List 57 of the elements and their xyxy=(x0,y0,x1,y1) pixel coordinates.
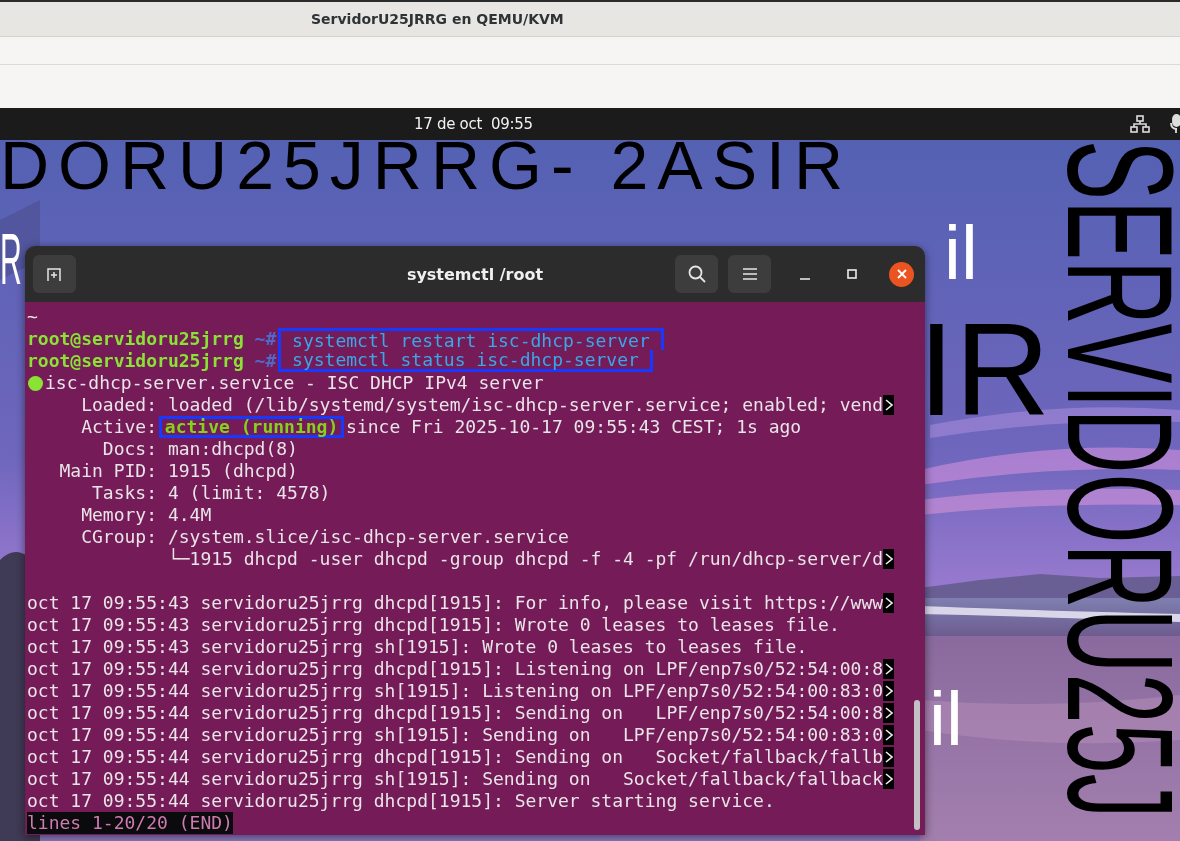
prompt-user: root@servidoru25jrrg xyxy=(27,350,244,372)
wallpaper-text: DORU25JRRG- 2ASIR xyxy=(0,140,853,191)
field-value: /system.slice/isc-dhcp-server.service xyxy=(167,526,569,548)
field-label: Main PID: xyxy=(58,460,158,482)
log-line: oct 17 09:55:44 servidoru25jrrg dhcpd[1915]: Sending on LPF/enp7s0/52:54:00:8 xyxy=(27,702,884,724)
terminal-line: ~ xyxy=(27,306,38,328)
field-value: 1915 (dhcpd) xyxy=(167,460,298,482)
prompt-user: root@servidoru25jrrg xyxy=(27,328,244,350)
new-tab-button[interactable] xyxy=(33,255,76,293)
log-line: oct 17 09:55:44 servidoru25jrrg sh[1915]: Sending on Socket/fallback/fallback xyxy=(27,768,884,790)
field-label: Memory: xyxy=(80,504,158,526)
clock[interactable]: 17 de oct 09:55 xyxy=(414,115,533,133)
wallpaper-text: IR xyxy=(918,320,1050,419)
wallpaper-text: il xyxy=(944,224,978,281)
field-value: since Fri 2025-10-17 09:55:43 CEST; 1s ago xyxy=(346,416,802,438)
menu-icon xyxy=(741,267,758,281)
minimize-icon xyxy=(800,278,810,280)
field-label: Active: xyxy=(80,416,158,438)
search-button[interactable] xyxy=(675,255,718,293)
command-text: systemctl status isc-dhcp-server xyxy=(278,350,653,372)
log-line: oct 17 09:55:44 servidoru25jrrg sh[1915]: Sending on LPF/enp7s0/52:54:00:83:0 xyxy=(27,724,884,746)
unit-title: isc-dhcp-server.service - ISC DHCP IPv4 server xyxy=(45,372,544,394)
pager-status: lines 1-20/20 (END) xyxy=(27,812,233,834)
log-line: oct 17 09:55:43 servidoru25jrrg dhcpd[1915]: Wrote 0 leases to leases file. xyxy=(27,614,840,636)
close-button[interactable] xyxy=(889,261,914,287)
window-title: ServidorU25JRRG en QEMU/KVM xyxy=(311,11,564,27)
network-icon[interactable] xyxy=(1130,114,1150,134)
cgroup-process: └─1915 dhcpd -user dhcpd -group dhcpd -f -4 -pf /run/dhcp-server/d xyxy=(167,548,884,570)
field-value: 4.4M xyxy=(167,504,212,526)
wallpaper-text: il xyxy=(929,690,963,747)
log-line: oct 17 09:55:44 servidoru25jrrg sh[1915]: Listening on LPF/enp7s0/52:54:00:83:0 xyxy=(27,680,884,702)
maximize-icon xyxy=(847,269,857,279)
field-value: man:dhcpd(8) xyxy=(167,438,298,460)
service-state: active (running) xyxy=(159,416,344,438)
log-line: oct 17 09:55:43 servidoru25jrrg dhcpd[1915]: For info, please visit https://www xyxy=(27,592,884,614)
prompt-symbol: ~# xyxy=(253,350,277,372)
command-text: systemctl restart isc-dhcp-server xyxy=(278,328,664,350)
log-line: oct 17 09:55:44 servidoru25jrrg dhcpd[1915]: Listening on LPF/enp7s0/52:54:00:8 xyxy=(27,658,884,680)
log-line: oct 17 09:55:44 servidoru25jrrg dhcpd[1915]: Sending on Socket/fallback/fallb xyxy=(27,746,884,768)
microphone-icon[interactable] xyxy=(1170,114,1180,134)
field-label: CGroup: xyxy=(80,526,158,548)
vertical-wallpaper-text: SERVIDORU25J xyxy=(1063,140,1176,819)
field-label: Docs: xyxy=(101,438,158,460)
field-value: 4 (limit: 4578) xyxy=(167,482,331,504)
log-line: oct 17 09:55:43 servidoru25jrrg sh[1915]: Wrote 0 leases to leases file. xyxy=(27,636,808,658)
log-line: oct 17 09:55:44 servidoru25jrrg dhcpd[1915]: Server starting service. xyxy=(27,790,775,812)
scrollbar[interactable] xyxy=(914,700,920,830)
field-label: Tasks: xyxy=(91,482,158,504)
search-icon xyxy=(686,264,707,284)
close-icon xyxy=(896,269,907,279)
menu-button[interactable] xyxy=(728,255,771,293)
prompt-symbol: ~# xyxy=(253,328,277,350)
new-tab-icon xyxy=(45,265,64,283)
wallpaper-text: R xyxy=(0,232,22,286)
field-label: Loaded: xyxy=(80,394,158,416)
field-value: loaded (/lib/systemd/system/isc-dhcp-server.service; enabled; vend xyxy=(167,394,884,416)
window-title: systemctl /root xyxy=(406,264,544,284)
